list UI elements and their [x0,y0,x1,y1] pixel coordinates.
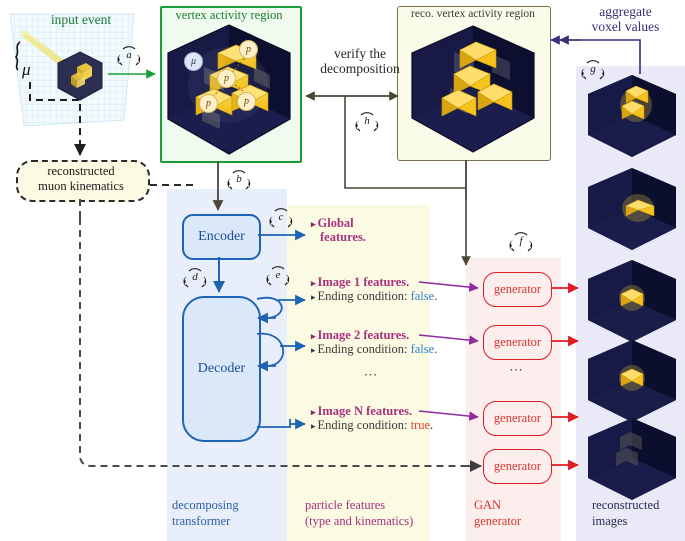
tag-e: ( ) e [263,266,293,288]
input-event-title: input event [50,12,112,27]
bullet-icon: ▸ [311,345,316,355]
verify-line-1: verify the [333,46,387,61]
ending-condition-label: Ending condition: [317,289,408,303]
particle-badge-proton-2: p [217,69,236,88]
tag-h: ( ) h [352,112,382,134]
reconstructed-image-cube-1 [586,73,678,164]
caption-line-2: generator [474,513,522,528]
caption-line-1: decomposing [172,498,239,512]
ending-condition-period: . [430,418,434,432]
bullet-icon: ▸ [311,219,316,229]
decoder-label: Decoder [197,361,246,376]
generator-label: generator [493,335,542,349]
ending-condition-period: . [434,342,438,356]
particle-badge-proton-4: p [237,92,256,111]
particle-badge-proton-3: p [199,94,218,113]
tag-c: ( ) c [266,208,296,230]
generator-label: generator [493,282,542,296]
tag-a: ( ) a [114,46,144,68]
verify-decomposition-label: verify the decomposition [315,46,405,76]
tag-d-label: d [192,271,198,283]
aggregate-line-2: voxel values [591,19,660,35]
caption-gan-generator: GAN generator [474,498,569,529]
tag-b: ( ) b [224,170,254,192]
tag-g-label: g [590,63,596,75]
tag-g: ( ) g [578,60,608,82]
encoder-label: Encoder [198,229,245,244]
reco-vertex-activity-region-title: reco. vertex activity region [411,8,535,20]
reconstructed-image-cube-3 [586,258,678,349]
caption-line-2: (type and kinematics) [305,513,414,528]
muon-symbol-label: μ [22,60,31,79]
generator-block-2[interactable]: generator [483,325,552,360]
reconstructed-image-cube-2 [586,166,678,257]
bullet-icon: ▸ [311,421,316,431]
ending-condition-label: Ending condition: [317,342,408,356]
ending-condition-value: false [410,289,435,303]
caption-line-1: GAN [474,498,502,512]
caption-line-2: images [592,513,628,528]
generator-label: generator [493,411,542,425]
particle-badge-proton-1: p [239,40,258,59]
muon-kin-line-2: muon kinematics [38,179,124,194]
global-features-line1: Global [317,216,354,230]
tag-c-label: c [278,211,284,223]
feature-title: Image N features. [317,404,413,418]
reco-vertex-activity-voxel-cube [410,24,536,159]
particle-badge-muon: μ [184,52,203,71]
reconstructed-image-cube-5 [586,416,678,507]
feature-title: Image 1 features. [317,275,410,289]
tag-h-label: h [364,115,370,127]
global-features-line2: features. [320,230,366,244]
vertex-activity-voxel-cube [166,23,292,161]
tag-a-label: a [126,49,132,61]
generator-ellipsis: ⋯ [509,363,524,378]
image-2-features-text: ▸ Image 2 features. ▸ Ending condition: fa… [311,328,441,356]
features-ellipsis: ⋯ [363,368,379,383]
caption-reconstructed-images: reconstructed images [592,498,685,529]
input-event-voxel-cube [57,51,103,106]
aggregate-line-1: aggregate [599,4,652,19]
bullet-icon: ▸ [311,331,316,341]
vertex-activity-region-title: vertex activity region [175,8,283,22]
decoder-block[interactable]: Decoder [182,296,261,442]
tag-f: ( ) f [506,232,536,254]
bullet-icon: ▸ [311,278,316,288]
muon-kin-line-1: reconstructed [47,164,115,178]
image-n-features-text: ▸ Image N features. ▸ Ending condition: tr… [311,404,441,432]
caption-line-2: transformer [172,513,231,528]
bullet-icon: ▸ [311,407,316,417]
verify-line-2: decomposition [320,61,400,77]
global-features-text: ▸ Global features. [311,216,431,244]
generator-block-3[interactable]: generator [483,401,552,436]
caption-line-1: reconstructed [592,498,660,512]
tag-d: ( ) d [180,268,210,290]
bullet-icon: ▸ [311,292,316,302]
caption-decomposing-transformer: decomposing transformer [172,498,287,529]
tag-f-label: f [519,235,523,247]
reconstructed-muon-kinematics-label: reconstructed muon kinematics [16,164,146,195]
caption-particle-features: particle features (type and kinematics) [305,498,440,529]
aggregate-voxel-values-label: aggregate voxel values [568,4,683,34]
ending-condition-period: . [434,289,438,303]
ending-condition-value: true [410,418,431,432]
caption-line-1: particle features [305,498,386,512]
tag-b-label: b [236,173,242,185]
image-1-features-text: ▸ Image 1 features. ▸ Ending condition: fa… [311,275,441,303]
ending-condition-value: false [410,342,435,356]
encoder-block[interactable]: Encoder [182,214,261,260]
feature-title: Image 2 features. [317,328,410,342]
ending-condition-label: Ending condition: [317,418,408,432]
generator-block-1[interactable]: generator [483,272,552,307]
tag-e-label: e [275,269,281,281]
